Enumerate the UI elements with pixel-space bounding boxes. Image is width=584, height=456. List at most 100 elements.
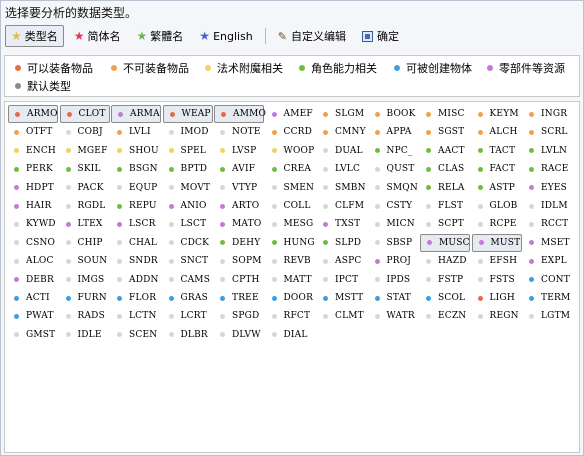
type-cell-scen[interactable]: SCEN xyxy=(111,326,161,344)
type-cell-lscr[interactable]: LSCR xyxy=(111,215,161,233)
type-cell-lvlc[interactable]: LVLC xyxy=(317,160,367,178)
type-cell-lvli[interactable]: LVLI xyxy=(111,123,161,141)
type-cell-mset[interactable]: MSET xyxy=(523,234,573,252)
type-cell-clmt[interactable]: CLMT xyxy=(317,307,367,325)
type-cell-lvsp[interactable]: LVSP xyxy=(214,142,264,160)
type-cell-scrl[interactable]: SCRL xyxy=(523,123,573,141)
type-cell-race[interactable]: RACE xyxy=(523,160,573,178)
type-cell-dual[interactable]: DUAL xyxy=(317,142,367,160)
type-cell-amef[interactable]: AMEF xyxy=(266,105,316,123)
type-cell-addn[interactable]: ADDN xyxy=(111,271,161,289)
type-cell-lcrt[interactable]: LCRT xyxy=(163,307,213,325)
type-cell-lsct[interactable]: LSCT xyxy=(163,215,213,233)
type-cell-smqn[interactable]: SMQN xyxy=(369,179,419,197)
type-cell-lctn[interactable]: LCTN xyxy=(111,307,161,325)
type-cell-door[interactable]: DOOR xyxy=(266,289,316,307)
type-cell-efsh[interactable]: EFSH xyxy=(472,252,522,270)
type-cell-shou[interactable]: SHOU xyxy=(111,142,161,160)
tab-english-name[interactable]: ★ English xyxy=(193,25,259,47)
type-cell-fsts[interactable]: FSTS xyxy=(472,271,522,289)
type-cell-spgd[interactable]: SPGD xyxy=(214,307,264,325)
type-cell-rcct[interactable]: RCCT xyxy=(523,215,573,233)
type-cell-ipct[interactable]: IPCT xyxy=(317,271,367,289)
type-cell-woop[interactable]: WOOP xyxy=(266,142,316,160)
type-cell-perk[interactable]: PERK xyxy=(8,160,58,178)
type-cell-rgdl[interactable]: RGDL xyxy=(60,197,110,215)
type-cell-clfm[interactable]: CLFM xyxy=(317,197,367,215)
type-cell-hair[interactable]: HAIR xyxy=(8,197,58,215)
type-cell-revb[interactable]: REVB xyxy=(266,252,316,270)
type-cell-watr[interactable]: WATR xyxy=(369,307,419,325)
type-cell-scol[interactable]: SCOL xyxy=(420,289,470,307)
type-cell-mstt[interactable]: MSTT xyxy=(317,289,367,307)
type-cell-flst[interactable]: FLST xyxy=(420,197,470,215)
type-cell-smen[interactable]: SMEN xyxy=(266,179,316,197)
type-cell-skil[interactable]: SKIL xyxy=(60,160,110,178)
type-cell-bptd[interactable]: BPTD xyxy=(163,160,213,178)
type-cell-ltex[interactable]: LTEX xyxy=(60,215,110,233)
type-cell-dlbr[interactable]: DLBR xyxy=(163,326,213,344)
type-cell-dial[interactable]: DIAL xyxy=(266,326,316,344)
type-cell-chal[interactable]: CHAL xyxy=(111,234,161,252)
type-cell-lgtm[interactable]: LGTM xyxy=(523,307,573,325)
type-cell-aact[interactable]: AACT xyxy=(420,142,470,160)
type-cell-gras[interactable]: GRAS xyxy=(163,289,213,307)
type-cell-ammo[interactable]: AMMO xyxy=(214,105,266,123)
type-cell-movt[interactable]: MOVT xyxy=(163,179,213,197)
type-cell-mesg[interactable]: MESG xyxy=(266,215,316,233)
type-cell-ench[interactable]: ENCH xyxy=(8,142,58,160)
type-cell-regn[interactable]: REGN xyxy=(472,307,522,325)
type-cell-anio[interactable]: ANIO xyxy=(163,197,213,215)
type-cell-astp[interactable]: ASTP xyxy=(472,179,522,197)
type-cell-npc[interactable]: NPC_ xyxy=(369,142,419,160)
type-cell-ingr[interactable]: INGR xyxy=(523,105,573,123)
type-cell-equp[interactable]: EQUP xyxy=(111,179,161,197)
type-cell-note[interactable]: NOTE xyxy=(214,123,264,141)
confirm-button[interactable]: 确定 xyxy=(356,25,405,47)
type-cell-rads[interactable]: RADS xyxy=(60,307,110,325)
type-cell-sbsp[interactable]: SBSP xyxy=(369,234,419,252)
type-cell-repu[interactable]: REPU xyxy=(111,197,161,215)
type-cell-bsgn[interactable]: BSGN xyxy=(111,160,161,178)
type-cell-proj[interactable]: PROJ xyxy=(369,252,419,270)
type-cell-dehy[interactable]: DEHY xyxy=(214,234,264,252)
type-cell-lvln[interactable]: LVLN xyxy=(523,142,573,160)
type-cell-eyes[interactable]: EYES xyxy=(523,179,573,197)
type-cell-snct[interactable]: SNCT xyxy=(163,252,213,270)
type-cell-keym[interactable]: KEYM xyxy=(472,105,522,123)
type-cell-glob[interactable]: GLOB xyxy=(472,197,522,215)
type-cell-csno[interactable]: CSNO xyxy=(8,234,58,252)
type-cell-hung[interactable]: HUNG xyxy=(266,234,316,252)
type-cell-txst[interactable]: TXST xyxy=(317,215,367,233)
type-cell-cdck[interactable]: CDCK xyxy=(163,234,213,252)
type-cell-imod[interactable]: IMOD xyxy=(163,123,213,141)
type-cell-kywd[interactable]: KYWD xyxy=(8,215,58,233)
type-cell-book[interactable]: BOOK xyxy=(369,105,419,123)
type-cell-vtyp[interactable]: VTYP xyxy=(214,179,264,197)
type-cell-eczn[interactable]: ECZN xyxy=(420,307,470,325)
type-cell-acti[interactable]: ACTI xyxy=(8,289,58,307)
custom-edit-button[interactable]: ✎ 自定义编辑 xyxy=(272,25,352,47)
type-cell-aloc[interactable]: ALOC xyxy=(8,252,58,270)
type-cell-tree[interactable]: TREE xyxy=(214,289,264,307)
type-cell-csty[interactable]: CSTY xyxy=(369,197,419,215)
type-cell-expl[interactable]: EXPL xyxy=(523,252,573,270)
type-cell-soun[interactable]: SOUN xyxy=(60,252,110,270)
type-cell-must[interactable]: MUST xyxy=(471,233,522,252)
type-cell-pack[interactable]: PACK xyxy=(60,179,110,197)
type-cell-furn[interactable]: FURN xyxy=(60,289,110,307)
type-cell-sopm[interactable]: SOPM xyxy=(214,252,264,270)
type-cell-musc[interactable]: MUSC xyxy=(420,233,470,252)
type-cell-cpth[interactable]: CPTH xyxy=(214,271,264,289)
type-cell-alch[interactable]: ALCH xyxy=(472,123,522,141)
type-cell-micn[interactable]: MICN xyxy=(369,215,419,233)
type-cell-hdpt[interactable]: HDPT xyxy=(8,179,58,197)
type-cell-crea[interactable]: CREA xyxy=(266,160,316,178)
tab-traditional-name[interactable]: ★ 繁體名 xyxy=(131,25,190,47)
type-cell-gmst[interactable]: GMST xyxy=(8,326,58,344)
tab-simplified-name[interactable]: ★ 简体名 xyxy=(68,25,127,47)
type-cell-term[interactable]: TERM xyxy=(523,289,573,307)
type-cell-pwat[interactable]: PWAT xyxy=(8,307,58,325)
type-cell-clas[interactable]: CLAS xyxy=(420,160,470,178)
type-cell-appa[interactable]: APPA xyxy=(369,123,419,141)
